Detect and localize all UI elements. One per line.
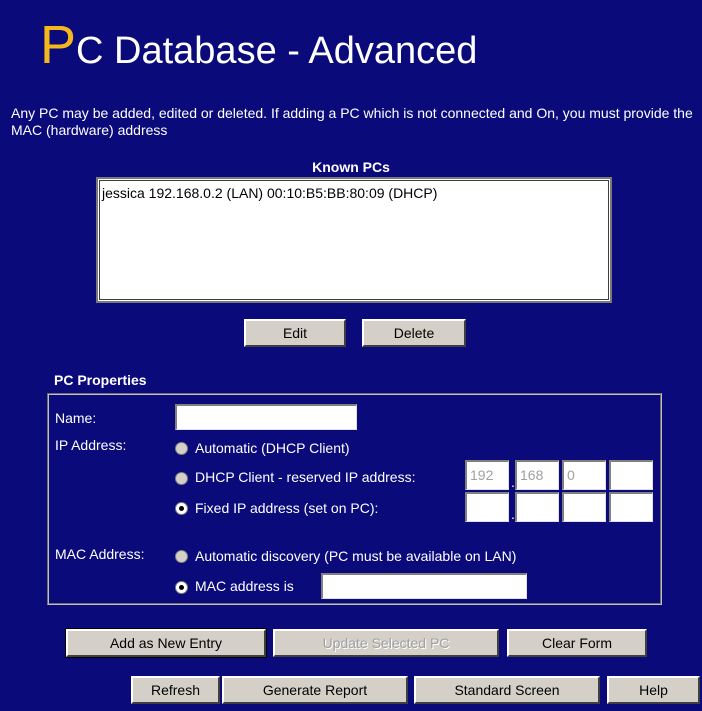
refresh-button[interactable]: Refresh	[131, 676, 220, 704]
known-pcs-label: Known PCs	[312, 159, 390, 175]
fixed-ip-octet-2[interactable]	[515, 492, 559, 522]
add-entry-button[interactable]: Add as New Entry	[65, 628, 267, 658]
list-item[interactable]: jessica 192.168.0.2 (LAN) 00:10:B5:BB:80…	[100, 181, 608, 205]
known-pcs-list[interactable]: jessica 192.168.0.2 (LAN) 00:10:B5:BB:80…	[96, 177, 612, 303]
pc-properties-label: PC Properties	[54, 372, 147, 388]
mac-manual-label: MAC address is	[195, 578, 294, 594]
fixed-ip-octet-4[interactable]	[609, 492, 653, 522]
intro-text: Any PC may be added, edited or deleted. …	[11, 105, 693, 138]
ip-auto-radio[interactable]	[175, 442, 188, 455]
name-label: Name:	[55, 410, 97, 426]
standard-screen-button[interactable]: Standard Screen	[414, 676, 600, 704]
page-title: PC Database - Advanced	[40, 18, 477, 78]
mac-auto-radio[interactable]	[175, 550, 188, 563]
update-pc-button[interactable]: Update Selected PC	[273, 629, 499, 657]
title-text: C Database - Advanced	[76, 30, 478, 72]
reserved-ip-octet-4[interactable]	[609, 460, 653, 490]
delete-button[interactable]: Delete	[362, 319, 466, 347]
reserved-ip-octet-2[interactable]: 168	[515, 460, 559, 490]
generate-report-button[interactable]: Generate Report	[222, 676, 408, 704]
name-field[interactable]	[175, 404, 357, 430]
ip-fixed-radio[interactable]	[175, 502, 188, 515]
ip-fixed-label: Fixed IP address (set on PC):	[195, 500, 379, 516]
help-button[interactable]: Help	[607, 676, 700, 704]
fixed-ip-octet-3[interactable]	[562, 492, 606, 522]
reserved-ip-octet-1[interactable]: 192	[465, 460, 509, 490]
ip-auto-label: Automatic (DHCP Client)	[195, 440, 350, 456]
mac-address-label: MAC Address:	[55, 546, 145, 562]
mac-address-field[interactable]	[321, 573, 527, 599]
mac-manual-radio[interactable]	[175, 581, 188, 594]
ip-reserved-radio[interactable]	[175, 472, 188, 485]
fixed-ip-octet-1[interactable]	[465, 492, 509, 522]
reserved-ip-octet-3[interactable]: 0	[562, 460, 606, 490]
ip-reserved-label: DHCP Client - reserved IP address:	[195, 469, 416, 485]
ip-address-label: IP Address:	[55, 437, 127, 453]
mac-auto-label: Automatic discovery (PC must be availabl…	[195, 548, 517, 564]
title-first-letter: P	[40, 15, 77, 75]
clear-form-button[interactable]: Clear Form	[507, 629, 647, 657]
edit-button[interactable]: Edit	[244, 319, 346, 347]
